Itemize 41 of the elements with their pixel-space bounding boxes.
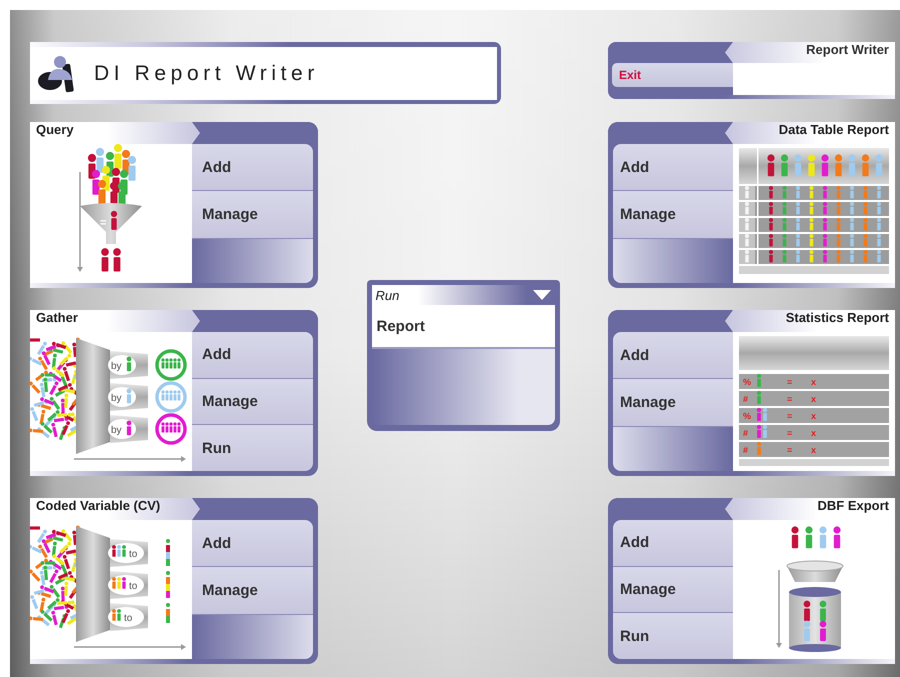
equals-sign: =	[787, 377, 792, 387]
action-button[interactable]: Add	[192, 520, 313, 568]
result-mark: x	[811, 377, 816, 387]
group-label: by	[111, 393, 122, 404]
equals-sign: =	[787, 394, 792, 404]
run-option[interactable]: Report	[372, 305, 554, 349]
stat-symbol: #	[743, 445, 748, 455]
mapping-label: to	[129, 581, 138, 592]
stat-symbol: %	[743, 411, 752, 421]
result-mark: x	[811, 428, 816, 438]
action-button[interactable]: Run	[192, 425, 313, 472]
panel-title: Run	[376, 288, 400, 302]
stat-symbol: #	[743, 428, 748, 438]
equals-sign: =	[787, 428, 792, 438]
action-button[interactable]: Add	[192, 332, 313, 379]
equals-sign: =	[787, 411, 792, 421]
action-button[interactable]: Manage	[192, 191, 313, 239]
action-button[interactable]: Add	[613, 144, 733, 192]
stat-symbol: %	[743, 377, 752, 387]
action-button[interactable]: Add	[613, 332, 733, 380]
exit-button[interactable]: Exit	[612, 63, 733, 87]
stat-symbol: #	[743, 394, 748, 404]
app-title: DI Report Writer	[94, 62, 319, 86]
mapping-label: to	[129, 549, 138, 560]
action-button[interactable]: Manage	[192, 567, 313, 615]
result-mark: x	[811, 411, 816, 421]
result-mark: x	[811, 445, 816, 455]
action-button[interactable]: Run	[613, 613, 733, 660]
action-button[interactable]: Manage	[613, 566, 733, 614]
dropdown-icon[interactable]	[532, 290, 550, 300]
action-button[interactable]: Manage	[613, 191, 733, 239]
equals-sign: =	[787, 445, 792, 455]
group-label: by	[111, 425, 122, 436]
equals-sign: =	[100, 217, 106, 229]
action-button[interactable]: Manage	[613, 379, 733, 427]
group-label: by	[111, 361, 122, 372]
action-button[interactable]: Manage	[192, 378, 313, 426]
mapping-label: to	[124, 613, 132, 624]
action-button[interactable]: Add	[192, 144, 313, 192]
result-mark: x	[811, 394, 816, 404]
action-button[interactable]: Add	[613, 520, 733, 567]
